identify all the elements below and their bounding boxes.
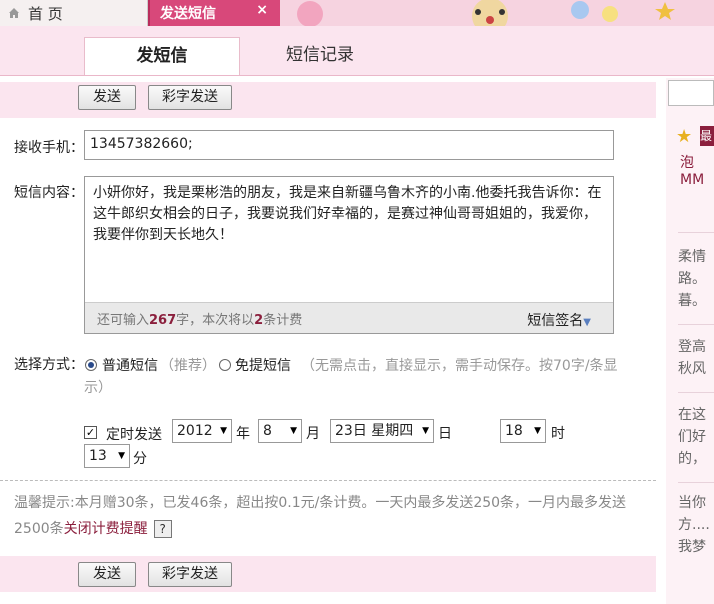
minute-select[interactable]: 13 ▼ bbox=[84, 444, 130, 468]
sidebar-item[interactable]: 路。 bbox=[678, 268, 714, 290]
chevron-down-icon: ▼ bbox=[118, 451, 125, 461]
tip-line-1: 温馨提示:本月赠30条，已发46条，超出按0.1元/条计费。一天内最多发送250… bbox=[14, 495, 627, 511]
sidebar-divider bbox=[678, 324, 714, 325]
tab-send-sms-label: 发送短信 bbox=[160, 6, 216, 22]
send-button[interactable]: 发送 bbox=[78, 85, 136, 110]
message-content-textarea[interactable]: 小妍你好，我是栗彬浩的朋友，我是来自新疆乌鲁木齐的小南.他委托我告诉你：在 这牛… bbox=[84, 176, 614, 334]
day-unit: 日 bbox=[438, 426, 452, 442]
signature-dropdown[interactable]: 短信签名▼ bbox=[527, 310, 591, 330]
month-select[interactable]: 8 ▼ bbox=[258, 419, 302, 443]
dropdown-arrow-icon: ▼ bbox=[583, 317, 591, 328]
minute-unit: 分 bbox=[133, 451, 147, 467]
sidebar-item[interactable]: 的， bbox=[678, 448, 714, 470]
mms-send-button[interactable]: 彩字发送 bbox=[148, 85, 232, 110]
sidebar-item[interactable]: 在这 bbox=[678, 404, 714, 426]
year-unit: 年 bbox=[236, 426, 250, 442]
sidebar-link[interactable]: 泡MM bbox=[680, 152, 714, 188]
tab-send-sms[interactable]: 发送短信 × bbox=[150, 0, 280, 26]
cartoon-banner-image bbox=[297, 0, 675, 26]
tab-home[interactable]: 首 页 bbox=[0, 0, 148, 26]
chevron-down-icon: ▼ bbox=[220, 426, 227, 436]
sidebar-search-input[interactable] bbox=[668, 80, 714, 106]
remaining-char-count: 267 bbox=[149, 313, 177, 328]
sidebar-item[interactable]: 方.... bbox=[678, 514, 714, 536]
sidebar-item[interactable]: 柔情 bbox=[678, 246, 714, 268]
radio-free-sms[interactable] bbox=[219, 359, 231, 371]
method-free-note-cont: 示） bbox=[84, 380, 112, 396]
month-unit: 月 bbox=[306, 426, 320, 442]
divider bbox=[0, 480, 656, 481]
home-icon bbox=[9, 8, 19, 18]
sidebar-item[interactable]: 我梦 bbox=[678, 536, 714, 558]
close-billing-reminder-link[interactable]: 关闭计费提醒 bbox=[64, 521, 148, 537]
scheduled-label: 定时发送 bbox=[106, 427, 162, 443]
mms-send-button-bottom[interactable]: 彩字发送 bbox=[148, 562, 232, 587]
sidebar-item[interactable]: 暮。 bbox=[678, 290, 714, 312]
tab-home-label: 首 页 bbox=[28, 5, 63, 23]
chevron-down-icon: ▼ bbox=[290, 426, 297, 436]
chevron-down-icon: ▼ bbox=[534, 426, 541, 436]
tab-message-records[interactable]: 短信记录 bbox=[250, 37, 390, 75]
content-label: 短信内容： bbox=[14, 185, 84, 201]
recipient-phone-input[interactable]: 13457382660; bbox=[84, 130, 614, 160]
chevron-down-icon: ▼ bbox=[422, 426, 429, 436]
hour-select[interactable]: 18 ▼ bbox=[500, 419, 546, 443]
sidebar-badge: 最 bbox=[700, 126, 714, 146]
billing-sms-count: 2 bbox=[254, 313, 264, 328]
star-icon: ★ bbox=[676, 126, 693, 147]
message-line: 我要伴你到天长地久！ bbox=[93, 227, 233, 243]
sidebar-item[interactable]: 登高 bbox=[678, 336, 714, 358]
sidebar-item[interactable]: 秋风 bbox=[678, 358, 714, 380]
method-label: 选择方式： bbox=[14, 357, 84, 373]
message-footer: 还可输入267字，本次将以2条计费 短信签名▼ bbox=[85, 302, 613, 333]
billing-tip: 温馨提示:本月赠30条，已发46条，超出按0.1元/条计费。一天内最多发送250… bbox=[14, 490, 634, 542]
day-select[interactable]: 23日 星期四 ▼ bbox=[330, 419, 434, 443]
sidebar-divider bbox=[678, 392, 714, 393]
sidebar-item[interactable]: 当你 bbox=[678, 492, 714, 514]
year-select[interactable]: 2012 ▼ bbox=[172, 419, 232, 443]
scheduled-checkbox[interactable]: ✓ bbox=[84, 426, 97, 439]
decorative-banner bbox=[280, 0, 714, 26]
sidebar-item[interactable]: 们好 bbox=[678, 426, 714, 448]
method-normal-note: （推荐） bbox=[160, 358, 216, 374]
tip-line-2: 2500条关闭计费提醒? bbox=[14, 516, 634, 542]
sidebar-divider bbox=[678, 482, 714, 483]
send-button-bottom[interactable]: 发送 bbox=[78, 562, 136, 587]
sidebar-divider bbox=[678, 232, 714, 233]
method-free-note: （无需点击，直接显示，需手动保存。按70字/条显 bbox=[301, 358, 618, 374]
remaining-count-text: 还可输入267字，本次将以2条计费 bbox=[97, 313, 303, 328]
help-icon[interactable]: ? bbox=[153, 520, 172, 538]
hour-unit: 时 bbox=[551, 426, 565, 442]
recipient-label: 接收手机： bbox=[14, 140, 84, 156]
message-text: 小妍你好，我是栗彬浩的朋友，我是来自新疆乌鲁木齐的小南.他委托我告诉你：在 这牛… bbox=[85, 177, 613, 252]
method-normal-label: 普通短信 bbox=[102, 358, 158, 374]
message-line: 这牛郎织女相会的日子，我要说我们好幸福的，是赛过神仙哥哥姐姐的，我爱你， bbox=[93, 206, 597, 222]
message-line: 小妍你好，我是栗彬浩的朋友，我是来自新疆乌鲁木齐的小南.他委托我告诉你：在 bbox=[93, 185, 602, 201]
close-icon[interactable]: × bbox=[256, 2, 268, 18]
radio-normal-sms[interactable] bbox=[85, 359, 97, 371]
method-free-label: 免提短信 bbox=[235, 358, 291, 374]
tab-send-message[interactable]: 发短信 bbox=[84, 37, 240, 75]
